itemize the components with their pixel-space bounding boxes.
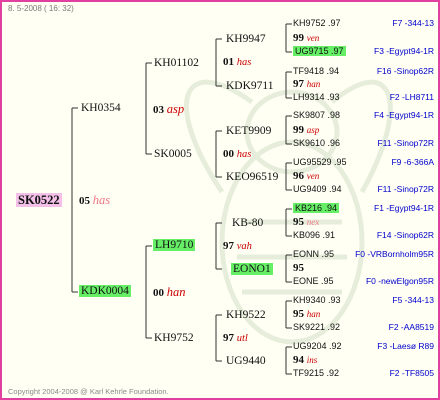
gen5-score: .91 [322,230,336,240]
gen5-id: TF9215 [293,368,325,378]
gen5-entry[interactable]: EONN .95 [293,250,334,259]
gen3-node-4[interactable]: KH9752 [154,332,194,345]
gen4-mark-7: 95 han [293,308,321,320]
gen4-mark-4: 96 ven [293,170,320,182]
gen5-ref-link[interactable]: F3 -Egypt94-1R [374,47,434,56]
gen5-ref-link[interactable]: F9 -6-366A [391,158,434,167]
gen4-mark-3: 99 asp [293,124,320,136]
gen5-id: KH9340 [293,295,326,305]
gen5-ref-link[interactable]: F5 -344-13 [392,296,434,305]
gen3-mark-4: 97 utl [223,332,248,344]
gen5-entry[interactable]: SK9610 .96 [293,139,340,148]
gen5-id: UG9409 [293,184,327,194]
gen5-entry[interactable]: KB216 .94 [293,203,340,213]
gen5-ref-link[interactable]: F0 -newElgon95R [366,277,434,286]
gen5-ref-link[interactable]: F11 -Sinop72R [377,139,434,148]
gen5-id: EONE [293,276,319,286]
gen5-score: .95 [334,157,347,167]
gen5-entry[interactable]: UG9409 .94 [293,185,342,194]
gen2-mark-2: 00 han [153,285,186,299]
gen5-ref-link[interactable]: F4 -Egypt94-1R [374,111,434,120]
queen-root-id[interactable]: SK0522 [16,193,62,207]
gen2-node-1[interactable]: KH0354 [81,102,121,115]
gen5-ref-link[interactable]: F3 -Laesø R89 [377,342,434,351]
gen5-score: .92 [327,322,341,332]
gen5-entry[interactable]: TF9418 .94 [293,67,339,76]
gen4-mark-2: 97 han [293,78,321,90]
gen4-mark-1: 99 ven [293,32,320,44]
copyright-footer: Copyright 2004-2008 @ Karl Kehrle Founda… [8,387,169,396]
gen4-node-7[interactable]: KH9522 [226,309,266,322]
gen5-id: SK9807 [293,110,326,120]
pedigree-frame: 8. 5-2008 ( 16: 32) SK0522 05 has KH0354… [0,0,440,400]
gen5-entry[interactable]: UG9204 .92 [293,342,342,351]
gen5-score: .93 [327,92,340,102]
gen5-entry[interactable]: KB096 .91 [293,231,335,240]
gen4-node-8[interactable]: UG9440 [226,355,266,368]
gen4-node-2[interactable]: KDK9711 [226,80,274,93]
gen5-score: .94 [324,203,338,213]
gen3-node-2[interactable]: SK0005 [154,148,192,161]
gen5-entry[interactable]: SK9221 .92 [293,323,340,332]
gen2-mark-1: 03 asp [153,102,185,116]
gen3-mark-3: 97 vah [223,240,252,252]
gen5-id: SK9610 [293,138,326,148]
gen3-node-1[interactable]: KH01102 [154,57,199,70]
gen5-ref-link[interactable]: F2 -AA8519 [389,323,434,332]
gen5-score: .97 [331,46,344,56]
gen5-ref-link[interactable]: F11 -Sinop72R [377,185,434,194]
gen5-ref-link[interactable]: F1 -Egypt94-1R [374,204,434,213]
gen5-id: LH9314 [293,92,325,102]
gen5-entry[interactable]: EONE .95 [293,277,334,286]
gen5-ref-link[interactable]: F7 -344-13 [392,19,434,28]
gen5-score: .98 [327,110,341,120]
gen5-entry[interactable]: KH9340 .93 [293,296,341,305]
gen4-node-3[interactable]: KET9909 [226,125,271,138]
gen5-id: KH9752 [293,18,326,28]
gen5-id: KB216 [295,203,323,213]
gen4-node-1[interactable]: KH9947 [226,33,266,46]
tree-lines [71,23,292,375]
gen4-mark-6: 95 [293,262,304,274]
gen5-entry[interactable]: LH9314 .93 [293,93,340,102]
gen5-score: .94 [329,184,342,194]
gen5-ref-link[interactable]: F16 -Sinop62R [377,67,434,76]
gen4-node-5[interactable]: KB-80 [232,217,263,230]
gen4-node-4[interactable]: KEO96519 [226,171,278,184]
gen5-score: .97 [328,18,341,28]
gen5-ref-link[interactable]: F2 -TF8505 [390,369,434,378]
gen5-entry[interactable]: UG9715 .97 [293,46,346,56]
gen5-score: .96 [327,138,341,148]
gen5-score: .95 [321,276,334,286]
root-year-origin: 05 has [79,193,111,207]
gen2-node-2[interactable]: KDK0004 [79,285,131,298]
gen5-score: .92 [329,341,342,351]
gen5-id: SK9221 [293,322,326,332]
gen5-entry[interactable]: KH9752 .97 [293,19,341,28]
report-timestamp: 8. 5-2008 ( 16: 32) [8,4,74,13]
gen5-id: UG9715 [295,46,329,56]
gen5-id: UG95529 [293,157,332,167]
gen5-entry[interactable]: SK9807 .98 [293,111,340,120]
gen5-id: TF9418 [293,66,325,76]
gen5-ref-link[interactable]: F2 -LH8711 [390,93,434,102]
gen5-id: EONN [293,249,320,259]
gen5-id: KB096 [293,230,321,240]
gen3-mark-2: 00 has [223,148,252,160]
gen5-ref-link[interactable]: F0 -VRBornholm95R [355,250,434,259]
gen4-mark-5: 95 nex [293,216,320,228]
gen4-node-6[interactable]: EONO1 [231,263,273,276]
gen5-score: .92 [326,368,340,378]
gen5-ref-link[interactable]: F14 -Sinop62R [377,231,434,240]
gen5-entry[interactable]: TF9215 .92 [293,369,339,378]
gen5-score: .93 [328,295,341,305]
gen5-score: .94 [326,66,340,76]
gen3-node-3[interactable]: LH9710 [153,239,196,252]
gen5-id: UG9204 [293,341,327,351]
gen4-mark-8: 94 ins [293,354,318,366]
gen5-score: .95 [321,249,335,259]
gen5-entry[interactable]: UG95529 .95 [293,158,347,167]
gen3-mark-1: 01 has [223,56,252,68]
